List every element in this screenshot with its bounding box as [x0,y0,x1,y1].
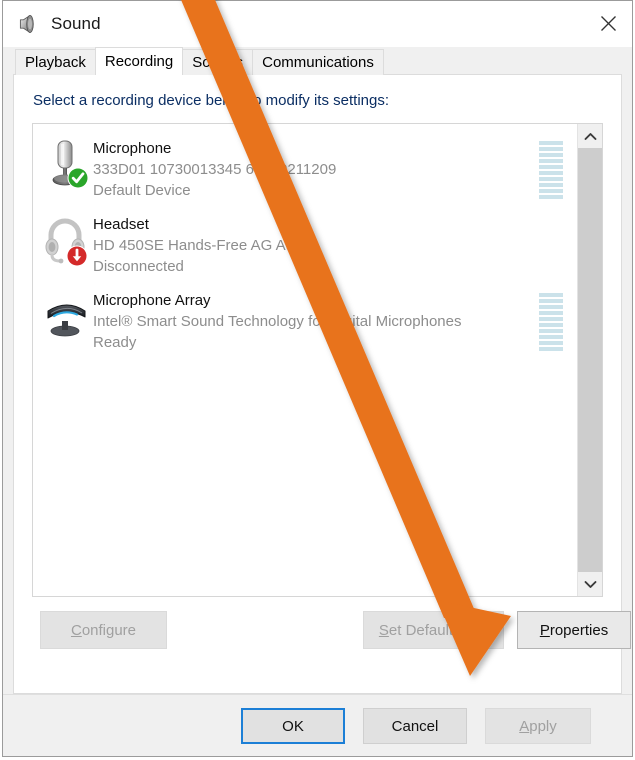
ok-button[interactable]: OK [241,708,345,744]
tab-playback[interactable]: Playback [15,49,96,75]
device-name: Headset [93,216,149,233]
properties-button[interactable]: Properties [517,611,631,649]
device-info: Microphone 333D01 10730013345 6552021120… [93,133,533,201]
ok-button-label: OK [282,717,304,735]
device-description: HD 450SE Hands-Free AG Audio [93,237,314,254]
tab-recording[interactable]: Recording [94,47,184,75]
apply-button-label: pply [529,717,557,735]
recording-tab-page: Select a recording device below to modif… [13,75,631,694]
cancel-button-label: Cancel [391,717,439,735]
tab-communications[interactable]: Communications [252,49,384,75]
device-status: Default Device [93,182,191,199]
microphone-array-icon [41,287,93,347]
list-item[interactable]: Microphone Array Intel® Smart Sound Tech… [33,281,577,357]
list-item[interactable]: Microphone 333D01 10730013345 6552021120… [33,129,577,205]
device-name: Microphone Array [93,292,211,309]
apply-button[interactable]: Apply [485,708,591,744]
cancel-button[interactable]: Cancel [363,708,467,744]
dialog-footer: OK Cancel Apply [3,694,632,756]
device-info: Headset HD 450SE Hands-Free AG Audio Dis… [93,209,533,277]
tab-sounds[interactable]: Sounds [182,49,254,75]
vertical-scrollbar[interactable] [577,124,602,596]
sound-dialog: Sound Playback Recording Sounds Communic… [2,0,633,757]
screenshot-root: Sound Playback Recording Sounds Communic… [0,0,635,760]
device-action-bar: Configure Set Default Properties [32,597,631,665]
scroll-up-icon[interactable] [578,124,602,148]
device-status: Disconnected [93,258,184,275]
close-icon[interactable] [584,1,632,45]
device-description: Intel® Smart Sound Technology for Digita… [93,313,462,330]
scroll-down-icon[interactable] [578,572,602,596]
tab-strip: Playback Recording Sounds Communications [3,47,632,75]
device-listbox[interactable]: Microphone 333D01 10730013345 6552021120… [32,123,603,597]
configure-button-label: onfigure [81,621,137,639]
volume-meter [539,293,563,351]
device-status: Ready [93,334,137,351]
chevron-down-icon[interactable] [468,611,504,649]
speaker-icon [17,13,39,35]
usb-microphone-icon [41,135,93,195]
set-default-split-button: Set Default [363,611,504,649]
device-list: Microphone 333D01 10730013345 6552021120… [33,124,577,596]
properties-button-label: roperties [549,621,609,639]
device-info: Microphone Array Intel® Smart Sound Tech… [93,285,533,353]
window-title: Sound [51,14,101,33]
volume-meter [539,141,563,199]
headset-icon [41,211,93,271]
title-bar: Sound [3,1,632,47]
device-description: 333D01 10730013345 65520211209 [93,161,337,178]
page-hint: Select a recording device below to modif… [33,92,390,109]
configure-button[interactable]: Configure [40,611,167,649]
device-name: Microphone [93,140,172,157]
list-item[interactable]: Headset HD 450SE Hands-Free AG Audio Dis… [33,205,577,281]
set-default-button[interactable]: Set Default [363,611,468,649]
set-default-button-label: et Default [388,621,454,639]
scrollbar-thumb[interactable] [578,148,602,572]
